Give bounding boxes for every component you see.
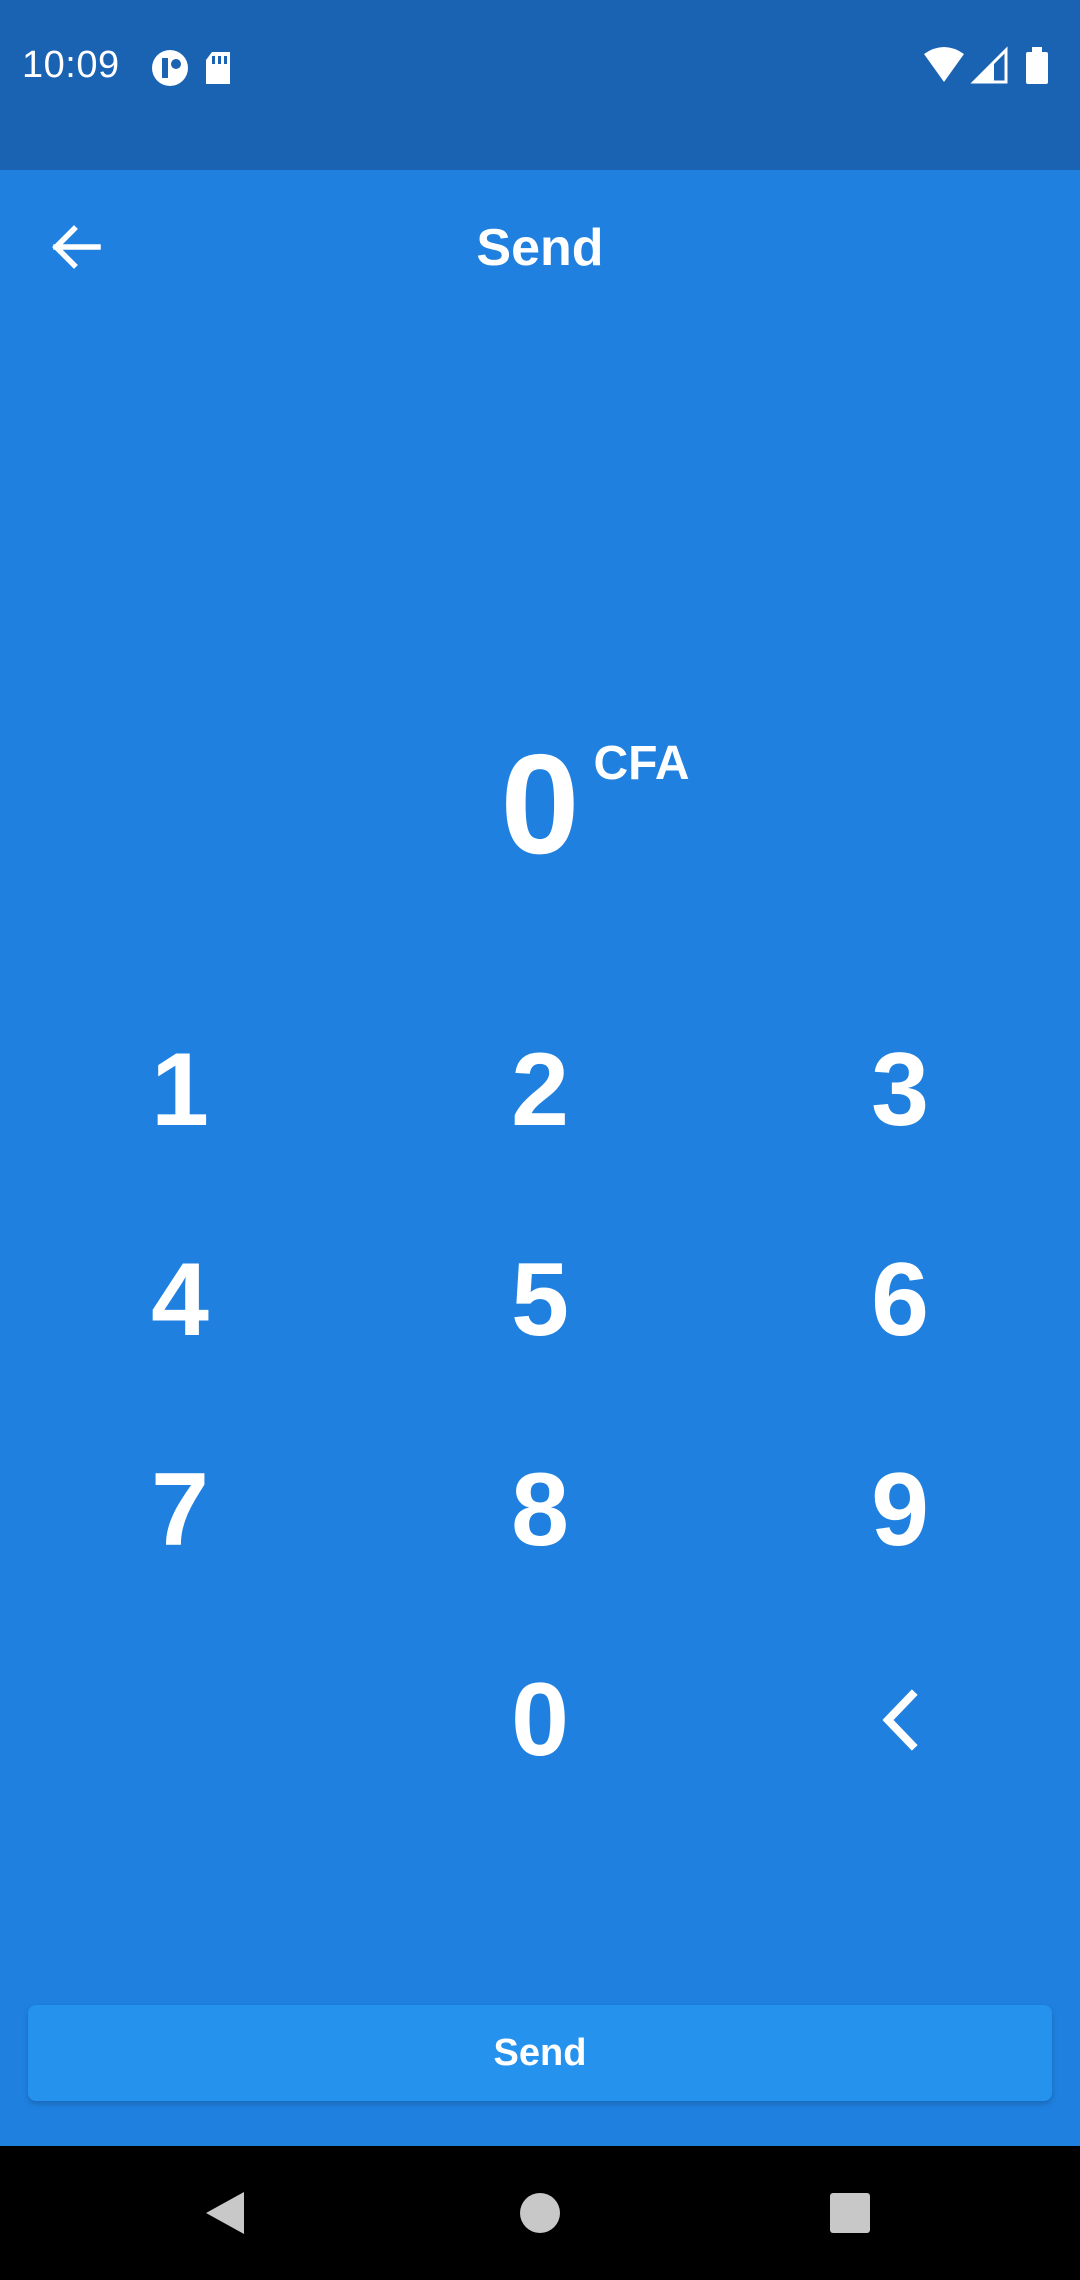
wifi-icon <box>924 47 964 82</box>
battery-icon <box>1026 47 1048 84</box>
system-nav-bar <box>0 2146 1080 2280</box>
status-right-icons <box>922 44 1062 93</box>
nav-home-button[interactable] <box>515 2188 565 2243</box>
key-3[interactable]: 3 <box>750 1000 1050 1180</box>
key-8[interactable]: 8 <box>390 1420 690 1600</box>
key-0[interactable]: 0 <box>390 1630 690 1810</box>
recents-square-icon <box>830 2193 870 2233</box>
nav-recents-button[interactable] <box>825 2188 875 2243</box>
sd-card-icon <box>206 52 230 84</box>
app-bar: Send <box>0 170 1080 330</box>
status-time: 10:09 <box>22 44 120 86</box>
key-2[interactable]: 2 <box>390 1000 690 1180</box>
backspace-button[interactable] <box>750 1630 1050 1810</box>
status-left-icons <box>150 48 250 93</box>
key-5[interactable]: 5 <box>390 1210 690 1390</box>
amount-value: 0 <box>500 725 580 884</box>
home-circle-icon <box>520 2193 560 2233</box>
chevron-left-icon <box>882 1689 918 1751</box>
send-button[interactable]: Send <box>28 2005 1052 2101</box>
amount-display: 0 CFA <box>0 730 1080 880</box>
status-notification-icons <box>152 50 230 86</box>
nav-back-button[interactable] <box>200 2188 250 2243</box>
key-9[interactable]: 9 <box>750 1420 1050 1600</box>
amount-currency: CFA <box>593 737 690 790</box>
key-6[interactable]: 6 <box>750 1210 1050 1390</box>
key-4[interactable]: 4 <box>30 1210 330 1390</box>
page-title: Send <box>476 219 604 277</box>
status-bar: 10:09 <box>0 0 1080 170</box>
data-saver-icon <box>152 50 188 86</box>
key-1[interactable]: 1 <box>30 1000 330 1180</box>
status-system-icons <box>924 46 1048 84</box>
key-7[interactable]: 7 <box>30 1420 330 1600</box>
back-triangle-icon <box>206 2192 244 2234</box>
